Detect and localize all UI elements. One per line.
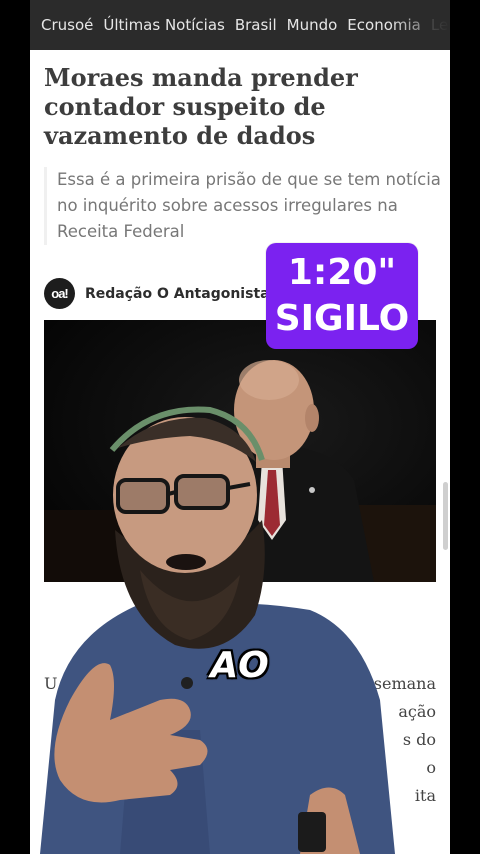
sticker-timer: 1:20" <box>287 252 397 293</box>
nav-item-crusoe[interactable]: Crusoé <box>36 16 98 34</box>
nav-item-ultimas-noticias[interactable]: Últimas Notícias <box>98 16 229 34</box>
presenter-figure <box>40 406 395 854</box>
article-subtitle: Essa é a primeira prisão de que se tem n… <box>44 167 444 245</box>
author-logo: oa! <box>44 278 75 309</box>
nav-item-mundo[interactable]: Mundo <box>282 16 343 34</box>
nav-fade <box>390 0 450 50</box>
presenter-overlay <box>0 400 480 854</box>
article-title: Moraes manda prender contador suspeito d… <box>44 63 358 150</box>
sticker-label: SIGILO <box>274 298 410 339</box>
author-byline[interactable]: oa! Redação O Antagonista <box>44 278 270 309</box>
sticker-badge: 1:20" SIGILO <box>266 243 418 349</box>
author-name[interactable]: Redação O Antagonista <box>85 286 270 302</box>
top-navigation: Crusoé Últimas Notícias Brasil Mundo Eco… <box>30 0 450 50</box>
nav-item-brasil[interactable]: Brasil <box>230 16 282 34</box>
video-caption: AO <box>210 645 270 686</box>
